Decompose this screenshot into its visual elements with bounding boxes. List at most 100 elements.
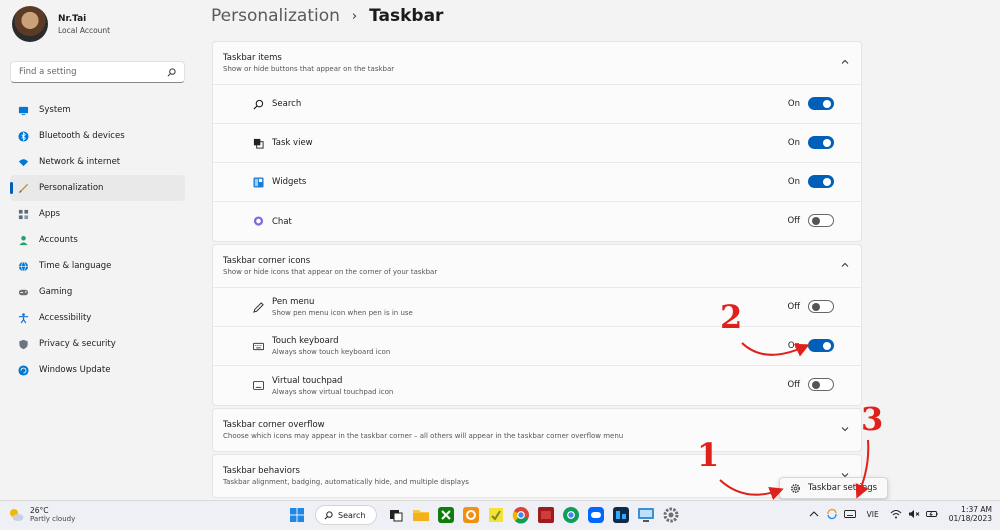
toggle-chat[interactable]: Off — [786, 214, 834, 227]
toggle-state: Off — [787, 301, 800, 312]
toggle-switch[interactable] — [808, 97, 834, 110]
clock-date: 01/18/2023 — [948, 514, 992, 523]
sidebar-item-personalization[interactable]: Personalization — [10, 175, 185, 201]
sidebar-item-gaming[interactable]: Gaming — [10, 279, 185, 305]
sidebar-item-label: Network & internet — [39, 157, 121, 167]
toggle-task-view[interactable]: On — [786, 136, 834, 149]
zalo-icon[interactable] — [587, 506, 605, 524]
file-explorer-icon[interactable] — [412, 506, 430, 524]
taskbar-search-button[interactable]: Search — [315, 505, 377, 525]
update-icon — [18, 364, 29, 376]
sidebar-item-network[interactable]: Network & internet — [10, 149, 185, 175]
setting-description: Always show virtual touchpad icon — [272, 387, 394, 396]
pen-icon — [253, 301, 264, 313]
sync-icon[interactable] — [826, 508, 838, 520]
sidebar-item-system[interactable]: System — [10, 97, 185, 123]
windows-start-icon[interactable] — [288, 506, 306, 524]
xbox-icon[interactable] — [437, 506, 455, 524]
mute-icon[interactable] — [908, 508, 920, 520]
apps-icon — [18, 209, 29, 219]
setting-label: Pen menu — [272, 297, 315, 307]
breadcrumb-parent[interactable]: Personalization — [211, 6, 340, 26]
setting-row-widgets: Widgets On — [213, 163, 861, 202]
toggle-virtual-touchpad[interactable]: Off — [786, 378, 834, 391]
partly-cloudy-icon — [10, 508, 24, 521]
toggle-switch[interactable] — [808, 378, 834, 391]
brush-icon — [18, 183, 29, 193]
gear-icon — [791, 483, 800, 493]
sticky-notes-icon[interactable] — [487, 506, 505, 524]
sidebar-item-accounts[interactable]: Accounts — [10, 227, 185, 253]
toggle-switch[interactable] — [808, 214, 834, 227]
profile-account-type: Local Account — [58, 25, 111, 35]
sidebar-item-label: Accounts — [39, 235, 78, 245]
sidebar-item-label: Privacy & security — [39, 339, 116, 349]
setting-row-task-view: Task view On — [213, 124, 861, 163]
chevron-up-icon[interactable] — [808, 508, 820, 520]
section-subtitle: Show or hide icons that appear on the co… — [223, 268, 438, 276]
breadcrumb-separator: › — [351, 8, 358, 24]
toggle-search[interactable]: On — [786, 97, 834, 110]
toggle-touch-keyboard[interactable]: On — [786, 339, 834, 352]
toggle-state: On — [787, 98, 800, 109]
task-view-icon — [253, 138, 264, 149]
remote-desktop-icon[interactable] — [637, 506, 655, 524]
section-corner-icons: Taskbar corner icons Show or hide icons … — [212, 244, 862, 406]
orange-app-icon[interactable] — [462, 506, 480, 524]
setting-row-touch-keyboard: Touch keyboard Always show touch keyboar… — [213, 327, 861, 366]
toggle-pen-menu[interactable]: Off — [786, 300, 834, 313]
section-header-corner-icons[interactable]: Taskbar corner icons Show or hide icons … — [213, 245, 861, 288]
toggle-switch[interactable] — [808, 136, 834, 149]
globe-icon — [18, 261, 29, 271]
settings-gear-icon[interactable] — [662, 506, 680, 524]
setting-row-search: Search On — [213, 85, 861, 124]
person-icon — [19, 235, 28, 245]
setting-label: Touch keyboard — [272, 336, 339, 346]
system-tray: VIE 1:37 AM 01/18/2023 — [805, 505, 992, 523]
battery-icon[interactable] — [925, 508, 938, 520]
sidebar-item-bluetooth[interactable]: Bluetooth & devices — [10, 123, 185, 149]
sidebar-item-accessibility[interactable]: Accessibility — [10, 305, 185, 331]
accessibility-icon — [18, 312, 29, 323]
section-header-taskbar-items[interactable]: Taskbar items Show or hide buttons that … — [213, 42, 861, 85]
taskbar-settings-menu[interactable]: Taskbar settings — [779, 477, 889, 499]
chevron-up-icon[interactable] — [840, 57, 850, 67]
chrome-icon[interactable] — [512, 506, 530, 524]
chevron-up-icon[interactable] — [840, 260, 850, 270]
weather-widget[interactable]: 26°C Partly cloudy — [8, 506, 75, 523]
chat-icon — [253, 216, 264, 226]
toggle-switch[interactable] — [808, 300, 834, 313]
chrome-alt-icon[interactable] — [562, 506, 580, 524]
red-app-icon[interactable] — [537, 506, 555, 524]
task-view-icon[interactable] — [387, 506, 405, 524]
language-indicator[interactable]: VIE — [867, 510, 879, 519]
search-icon — [167, 67, 176, 76]
toggle-state: Off — [787, 215, 800, 226]
toggle-state: On — [787, 340, 800, 351]
setting-row-virtual-touchpad: Virtual touchpad Always show virtual tou… — [213, 366, 861, 405]
sidebar-item-time-language[interactable]: Time & language — [10, 253, 185, 279]
sidebar-item-apps[interactable]: Apps — [10, 201, 185, 227]
sidebar-item-privacy[interactable]: Privacy & security — [10, 331, 185, 357]
section-behaviors[interactable]: Taskbar behaviors Taskbar alignment, bad… — [212, 454, 862, 498]
annotation-number-1: 1 — [697, 436, 720, 474]
toggle-switch[interactable] — [808, 339, 834, 352]
chevron-down-icon[interactable] — [840, 424, 850, 434]
clock[interactable]: 1:37 AM 01/18/2023 — [949, 505, 992, 523]
monitor-icon — [18, 106, 29, 115]
section-subtitle: Choose which icons may appear in the tas… — [223, 432, 624, 440]
touch-keyboard-icon[interactable] — [843, 508, 856, 520]
profile[interactable]: Nr.Tai Local Account — [12, 6, 110, 42]
wifi-icon[interactable] — [890, 508, 902, 520]
taskbar-search-label: Search — [338, 510, 366, 520]
section-title: Taskbar corner overflow — [223, 420, 325, 430]
taskbar-apps: Search — [284, 505, 683, 525]
toggle-widgets[interactable]: On — [786, 175, 834, 188]
section-corner-overflow[interactable]: Taskbar corner overflow Choose which ico… — [212, 408, 862, 452]
toggle-switch[interactable] — [808, 175, 834, 188]
sidebar-item-label: Apps — [39, 209, 61, 219]
photoshop-icon[interactable] — [612, 506, 630, 524]
search-input[interactable]: Find a setting — [10, 61, 185, 83]
sidebar-item-windows-update[interactable]: Windows Update — [10, 357, 185, 383]
sidebar-item-label: Gaming — [39, 287, 73, 297]
